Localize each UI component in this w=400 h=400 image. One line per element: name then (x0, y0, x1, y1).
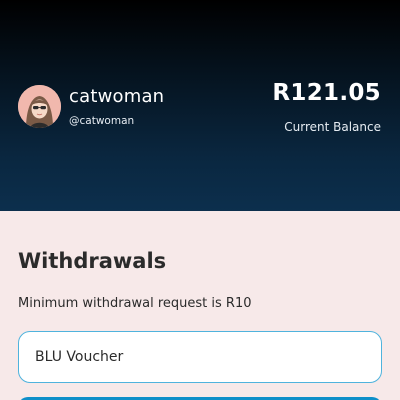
current-balance-label: Current Balance (284, 120, 381, 134)
user-handle: @catwoman (69, 115, 135, 127)
withdrawal-method-select[interactable]: BLU Voucher (18, 331, 382, 383)
username: catwoman (69, 86, 165, 107)
minimum-withdrawal-note: Minimum withdrawal request is R10 (18, 296, 252, 311)
withdrawal-method-value: BLU Voucher (35, 349, 124, 365)
avatar-icon (18, 85, 61, 128)
page-title: Withdrawals (18, 249, 167, 273)
account-header: catwoman @catwoman R121.05 Current Balan… (0, 0, 400, 211)
avatar[interactable] (18, 85, 61, 128)
current-balance-amount: R121.05 (272, 80, 381, 106)
